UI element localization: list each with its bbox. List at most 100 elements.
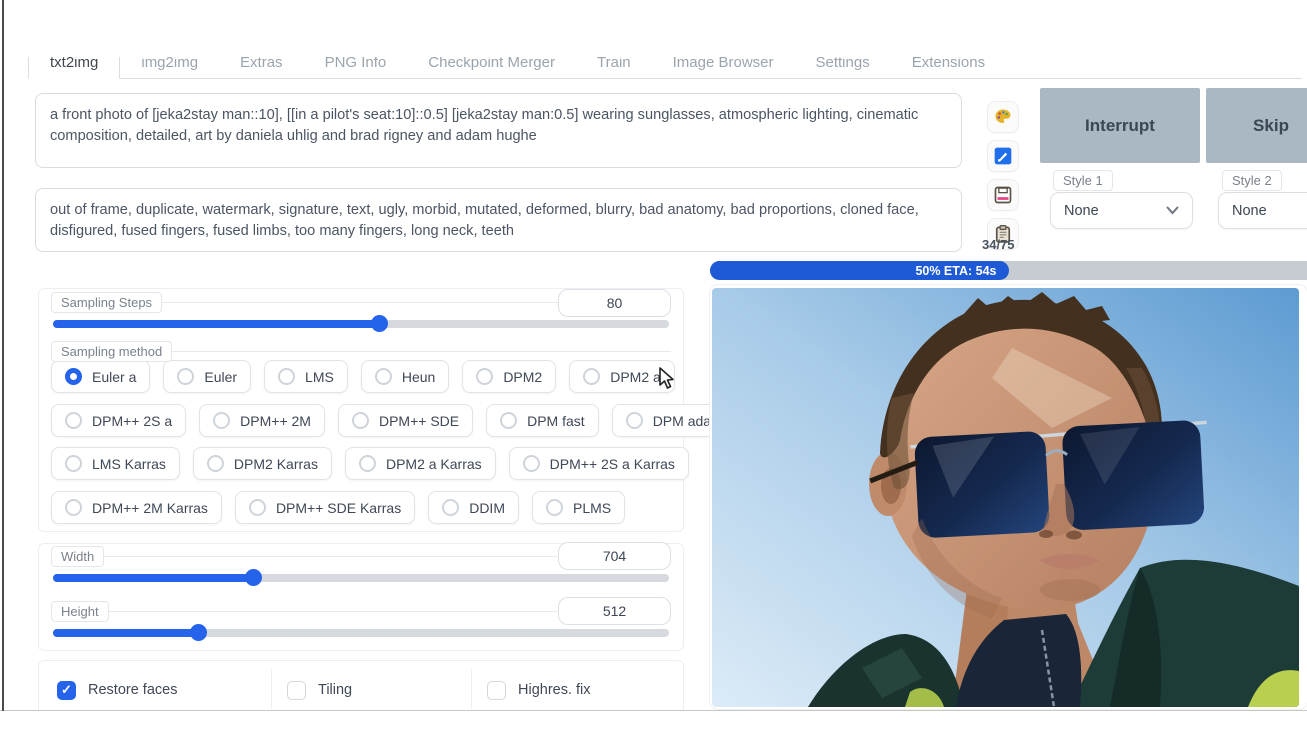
sampling-card: Sampling Steps 80 Sampling method Euler … bbox=[38, 288, 684, 532]
sampler-option-label: DDIM bbox=[469, 500, 505, 516]
option-restore-faces[interactable]: ✓ Restore faces bbox=[57, 675, 177, 705]
skip-button[interactable]: Skip bbox=[1206, 88, 1307, 163]
style2-value: None bbox=[1232, 203, 1267, 219]
radio-icon bbox=[626, 412, 643, 429]
style2-dropdown[interactable]: None bbox=[1218, 192, 1307, 229]
sampler-option-dpm-2m-karras[interactable]: DPM++ 2M Karras bbox=[51, 491, 222, 524]
sampler-option-label: Heun bbox=[402, 369, 435, 385]
sampler-row-2: DPM++ 2S aDPM++ 2MDPM++ SDEDPM fastDPM a… bbox=[51, 404, 755, 437]
sampler-option-label: DPM++ SDE bbox=[379, 413, 459, 429]
sampler-option-ddim[interactable]: DDIM bbox=[428, 491, 519, 524]
slider-thumb[interactable] bbox=[190, 624, 207, 641]
sampler-option-dpm-sde[interactable]: DPM++ SDE bbox=[338, 404, 473, 437]
style2-label: Style 2 bbox=[1222, 170, 1282, 191]
negative-prompt-input[interactable]: out of frame, duplicate, watermark, sign… bbox=[35, 188, 962, 252]
radio-icon bbox=[65, 412, 82, 429]
sampling-steps-slider[interactable] bbox=[53, 320, 669, 328]
radio-icon bbox=[207, 455, 224, 472]
progress-label: 50% ETA: 54s bbox=[915, 264, 996, 278]
sampler-option-label: DPM++ 2S a bbox=[92, 413, 172, 429]
sampler-option-dpm2[interactable]: DPM2 bbox=[462, 360, 556, 393]
slider-thumb[interactable] bbox=[245, 569, 262, 586]
style-counter: 34/75 bbox=[982, 237, 1026, 252]
sampler-option-dpm-2s-a-karras[interactable]: DPM++ 2S a Karras bbox=[509, 447, 689, 480]
sampler-row-1: Euler a Euler LMS Heun DPM2 DPM2 a bbox=[51, 360, 675, 393]
sampler-option-label: DPM2 bbox=[503, 369, 542, 385]
sampler-option-dpm-fast[interactable]: DPM fast bbox=[486, 404, 599, 437]
radio-icon bbox=[359, 455, 376, 472]
radio-icon bbox=[442, 499, 459, 516]
brush-icon[interactable] bbox=[988, 141, 1018, 171]
width-slider[interactable] bbox=[53, 574, 669, 582]
radio-icon bbox=[583, 368, 600, 385]
radio-icon bbox=[352, 412, 369, 429]
option-label: Tiling bbox=[318, 682, 352, 698]
sampler-option-label: DPM2 a bbox=[610, 369, 661, 385]
style1-value: None bbox=[1064, 203, 1099, 219]
radio-icon bbox=[476, 368, 493, 385]
interrupt-button[interactable]: Interrupt bbox=[1040, 88, 1200, 163]
style1-dropdown[interactable]: None bbox=[1050, 192, 1193, 229]
height-slider[interactable] bbox=[53, 629, 669, 637]
checkbox-icon[interactable] bbox=[487, 681, 506, 700]
sampler-option-label: PLMS bbox=[573, 500, 611, 516]
window-bottom-border bbox=[0, 710, 1307, 711]
chevron-down-icon bbox=[1166, 206, 1179, 215]
radio-icon bbox=[65, 368, 82, 385]
option-label: Highres. fix bbox=[518, 682, 591, 698]
window-left-border bbox=[2, 0, 4, 711]
radio-icon bbox=[249, 499, 266, 516]
radio-icon bbox=[65, 499, 82, 516]
sampler-option-label: DPM++ SDE Karras bbox=[276, 500, 401, 516]
sampler-option-label: LMS Karras bbox=[92, 456, 166, 472]
dimensions-card: Width 704 Height 512 bbox=[38, 543, 684, 651]
sampling-steps-value[interactable]: 80 bbox=[558, 289, 671, 317]
sampler-option-lms[interactable]: LMS bbox=[264, 360, 348, 393]
option-label: Restore faces bbox=[88, 682, 177, 698]
image-preview-card bbox=[710, 285, 1307, 709]
checkbox-checked-icon[interactable]: ✓ bbox=[57, 681, 76, 700]
style1-label: Style 1 bbox=[1053, 170, 1113, 191]
sampler-option-label: LMS bbox=[305, 369, 334, 385]
sampler-option-dpm-sde-karras[interactable]: DPM++ SDE Karras bbox=[235, 491, 415, 524]
sampler-option-plms[interactable]: PLMS bbox=[532, 491, 625, 524]
sampler-option-label: DPM fast bbox=[527, 413, 585, 429]
prompt-input[interactable]: a front photo of [jeka2stay man::10], [[… bbox=[35, 93, 962, 168]
radio-icon bbox=[278, 368, 295, 385]
sampler-option-lms-karras[interactable]: LMS Karras bbox=[51, 447, 180, 480]
save-style-icon[interactable] bbox=[988, 180, 1018, 210]
sampler-option-euler[interactable]: Euler bbox=[163, 360, 251, 393]
width-value[interactable]: 704 bbox=[558, 542, 671, 570]
prompt-tools-column bbox=[988, 102, 1018, 249]
width-label: Width bbox=[51, 546, 104, 567]
sampler-option-label: DPM++ 2M bbox=[240, 413, 311, 429]
sampler-option-label: DPM++ 2M Karras bbox=[92, 500, 208, 516]
generated-image-preview[interactable] bbox=[712, 288, 1299, 707]
sampler-option-label: Euler bbox=[204, 369, 237, 385]
sampler-option-label: DPM++ 2S a Karras bbox=[550, 456, 675, 472]
sampler-option-heun[interactable]: Heun bbox=[361, 360, 449, 393]
checkbox-icon[interactable] bbox=[287, 681, 306, 700]
sampler-option-dpm-2m[interactable]: DPM++ 2M bbox=[199, 404, 325, 437]
option-highres-fix[interactable]: Highres. fix bbox=[487, 675, 591, 705]
sampler-option-dpm-2s-a[interactable]: DPM++ 2S a bbox=[51, 404, 186, 437]
radio-icon bbox=[523, 455, 540, 472]
sampler-option-dpm2-karras[interactable]: DPM2 Karras bbox=[193, 447, 332, 480]
radio-icon bbox=[500, 412, 517, 429]
option-tiling[interactable]: Tiling bbox=[287, 675, 352, 705]
sampler-option-euler-a[interactable]: Euler a bbox=[51, 360, 150, 393]
mouse-cursor bbox=[658, 367, 678, 396]
palette-icon[interactable] bbox=[988, 102, 1018, 132]
radio-icon bbox=[65, 455, 82, 472]
radio-icon bbox=[177, 368, 194, 385]
sampler-option-label: Euler a bbox=[92, 369, 136, 385]
top-clip-area bbox=[4, 0, 1307, 57]
sampler-row-3: LMS Karras DPM2 Karras DPM2 a Karras DPM++ … bbox=[51, 447, 689, 480]
radio-icon bbox=[375, 368, 392, 385]
sampler-row-4: DPM++ 2M Karras DPM++ SDE Karras DDIM PLMS bbox=[51, 491, 625, 524]
slider-thumb[interactable] bbox=[371, 315, 388, 332]
height-value[interactable]: 512 bbox=[558, 597, 671, 625]
sampler-option-dpm2-a-karras[interactable]: DPM2 a Karras bbox=[345, 447, 496, 480]
sampler-option-label: DPM2 a Karras bbox=[386, 456, 482, 472]
sampling-steps-label: Sampling Steps bbox=[51, 292, 162, 313]
